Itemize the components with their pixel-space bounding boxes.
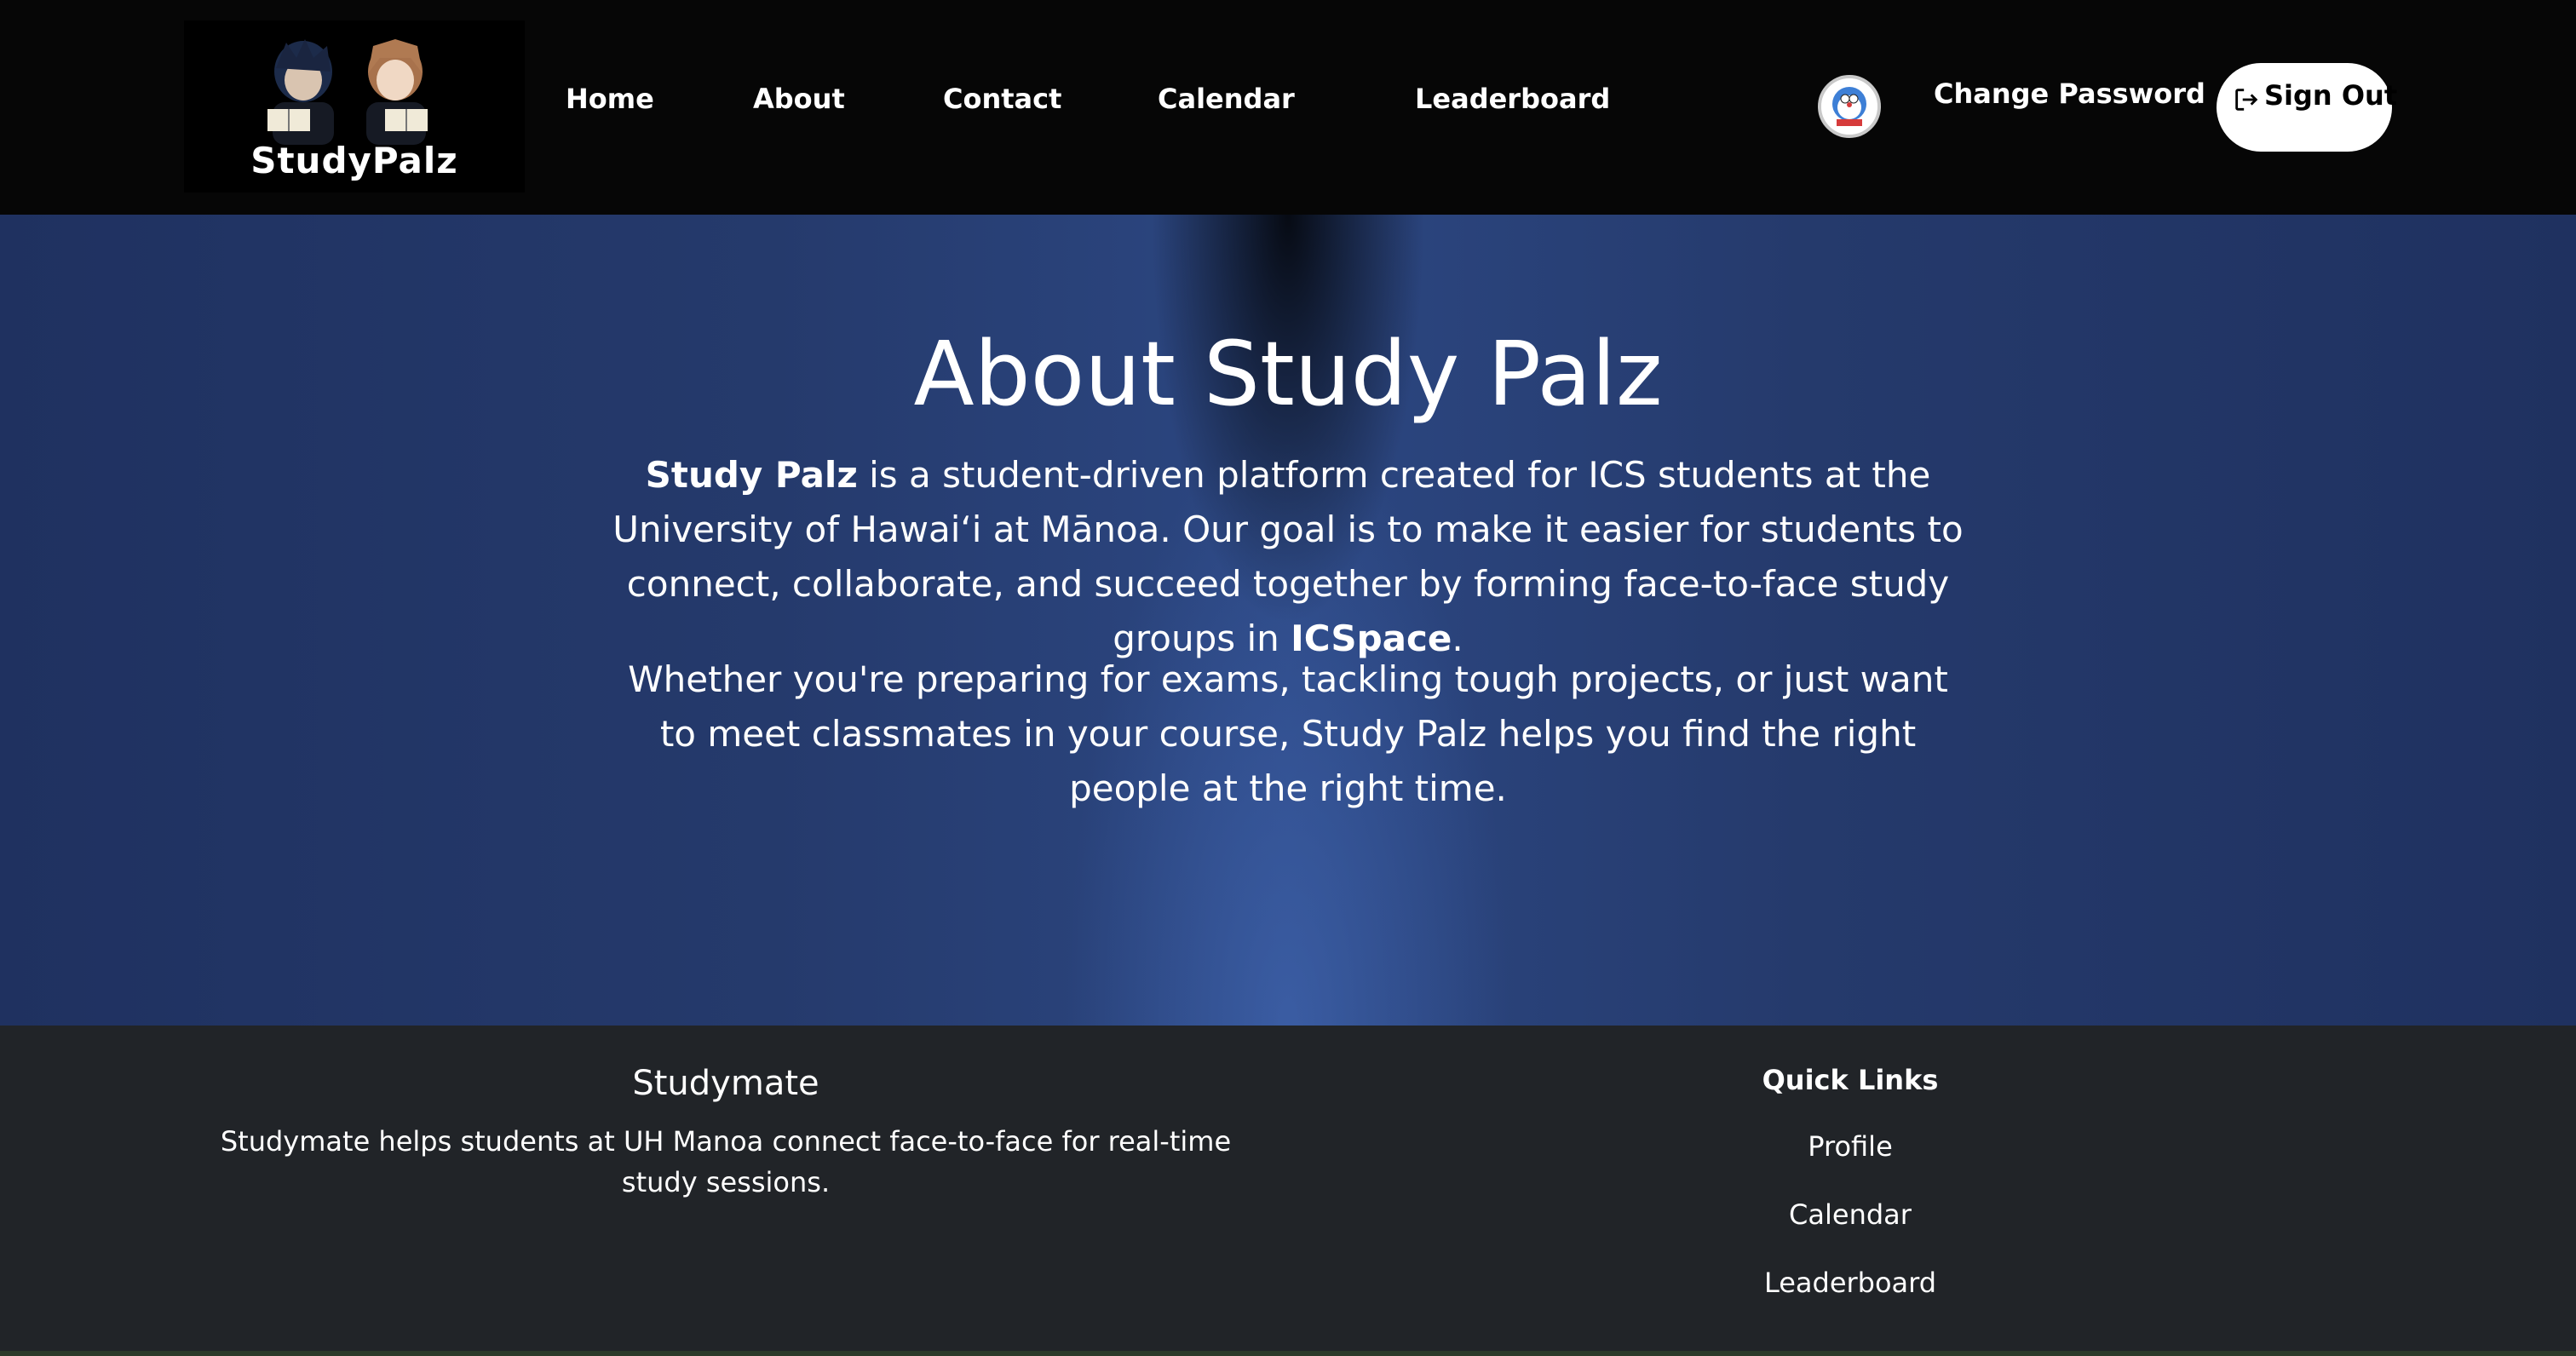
footer-title: Studymate (632, 1064, 819, 1103)
footer-description: Studymate helps students at UH Manoa con… (220, 1125, 1232, 1198)
nav-leaderboard[interactable]: Leaderboard (1415, 85, 1610, 112)
nav-calendar[interactable]: Calendar (1158, 85, 1295, 112)
quick-link-calendar[interactable]: Calendar (1595, 1201, 2106, 1228)
nav-about[interactable]: About (753, 85, 845, 112)
change-password-link[interactable]: Change Password (1934, 80, 2205, 107)
nav-home[interactable]: Home (566, 85, 654, 112)
about-paragraph-1: Study Palz is a student-driven platform … (607, 448, 1969, 666)
quick-link-profile[interactable]: Profile (1595, 1133, 2106, 1160)
avatar-image-icon (1821, 78, 1877, 135)
avatar[interactable] (1818, 75, 1881, 138)
sign-out-icon (2235, 89, 2258, 111)
about-hero-section: About Study Palz Study Palz is a student… (0, 215, 2576, 1026)
study-palz-bold: Study Palz (645, 454, 858, 496)
quick-links-title: Quick Links (1762, 1064, 1939, 1096)
sign-out-label: Sign Out (2264, 79, 2398, 112)
bottom-background-strip (0, 1351, 2576, 1356)
studypalz-logo[interactable]: StudyPalz (184, 20, 525, 192)
nav-contact[interactable]: Contact (943, 85, 1061, 112)
navbar: StudyPalz Home About Contact Calendar Le… (0, 0, 2576, 215)
about-paragraph-2: Whether you're preparing for exams, tack… (628, 658, 1948, 809)
sign-out-button[interactable]: Sign Out (2217, 63, 2397, 152)
logo-text: StudyPalz (250, 140, 458, 181)
page-title: About Study Palz (913, 322, 1663, 426)
quick-link-leaderboard[interactable]: Leaderboard (1595, 1269, 2106, 1296)
footer: Studymate Studymate helps students at UH… (0, 1026, 2576, 1356)
